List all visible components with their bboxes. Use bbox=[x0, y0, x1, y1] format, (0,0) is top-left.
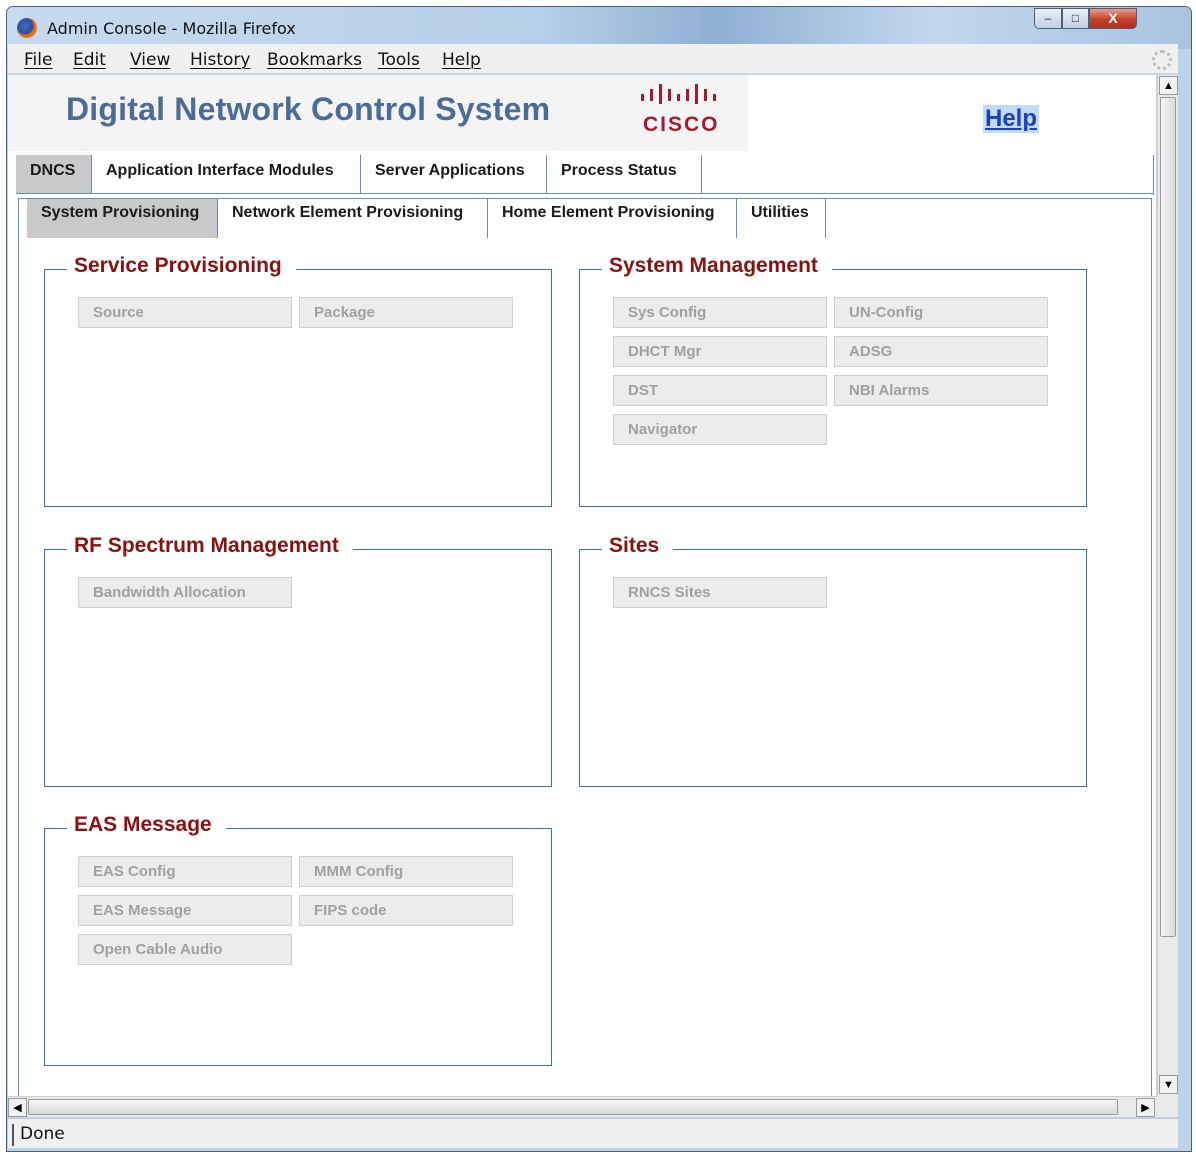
eas-config-button[interactable]: EAS Config bbox=[78, 856, 292, 887]
menu-edit[interactable]: Edit bbox=[73, 50, 106, 70]
tab-application-interface-modules[interactable]: Application Interface Modules bbox=[92, 155, 361, 194]
rf-spectrum-management-group: RF Spectrum Management Bandwidth Allocat… bbox=[44, 534, 552, 787]
scroll-left-icon[interactable]: ◀ bbox=[8, 1098, 27, 1117]
bandwidth-allocation-button[interactable]: Bandwidth Allocation bbox=[78, 577, 292, 608]
navigator-button[interactable]: Navigator bbox=[613, 414, 827, 445]
eas-message-group: EAS Message EAS Config MMM Config EAS Me… bbox=[44, 813, 552, 1066]
maximize-button[interactable]: □ bbox=[1062, 8, 1089, 29]
nbi-alarms-button[interactable]: NBI Alarms bbox=[834, 375, 1048, 406]
cisco-logo: CISCO bbox=[633, 83, 733, 139]
menu-view[interactable]: View bbox=[130, 50, 170, 70]
tab-divider bbox=[16, 193, 1154, 194]
tab-border bbox=[1153, 155, 1154, 195]
cisco-wordmark: CISCO bbox=[643, 113, 720, 136]
menu-file[interactable]: File bbox=[24, 50, 52, 70]
fips-code-button[interactable]: FIPS code bbox=[299, 895, 513, 926]
tab-network-element-provisioning[interactable]: Network Element Provisioning bbox=[218, 199, 488, 238]
package-button[interactable]: Package bbox=[299, 297, 513, 328]
sys-config-button[interactable]: Sys Config bbox=[613, 297, 827, 328]
menu-tools[interactable]: Tools bbox=[378, 50, 420, 70]
scrollbar-corner bbox=[1157, 1096, 1178, 1117]
eas-message-button[interactable]: EAS Message bbox=[78, 895, 292, 926]
system-management-group: System Management Sys Config UN-Config D… bbox=[579, 254, 1087, 507]
title-bar: Admin Console - Mozilla Firefox – □ X bbox=[7, 7, 1191, 49]
minimize-button[interactable]: – bbox=[1034, 8, 1062, 29]
sub-panel: System Provisioning Network Element Prov… bbox=[18, 198, 1152, 1096]
scroll-up-icon[interactable]: ▲ bbox=[1159, 76, 1178, 95]
rncs-sites-button[interactable]: RNCS Sites bbox=[613, 577, 827, 608]
menu-bar: File Edit View History Bookmarks Tools H… bbox=[8, 44, 1178, 74]
group-title: Sites bbox=[602, 534, 674, 558]
service-provisioning-group: Service Provisioning Source Package bbox=[44, 254, 552, 507]
group-title: RF Spectrum Management bbox=[67, 534, 353, 558]
horizontal-scrollbar[interactable]: ◀ ▶ bbox=[8, 1096, 1157, 1117]
vertical-scroll-thumb[interactable] bbox=[1160, 97, 1176, 937]
dhct-mgr-button[interactable]: DHCT Mgr bbox=[613, 336, 827, 367]
scroll-right-icon[interactable]: ▶ bbox=[1136, 1098, 1155, 1117]
tab-process-status[interactable]: Process Status bbox=[547, 155, 702, 194]
tab-dncs[interactable]: DNCS bbox=[16, 155, 92, 194]
sites-group: Sites RNCS Sites bbox=[579, 534, 1087, 787]
adsg-button[interactable]: ADSG bbox=[834, 336, 1048, 367]
tab-system-provisioning[interactable]: System Provisioning bbox=[27, 199, 218, 238]
group-title: EAS Message bbox=[67, 813, 226, 837]
menu-history[interactable]: History bbox=[190, 50, 250, 70]
status-bar: Done bbox=[8, 1118, 1178, 1148]
header-banner: Digital Network Control System CISCO bbox=[8, 75, 748, 151]
vertical-scrollbar[interactable]: ▲ ▼ bbox=[1157, 75, 1178, 1096]
tab-utilities[interactable]: Utilities bbox=[737, 199, 826, 238]
group-title: System Management bbox=[602, 254, 832, 278]
menu-help[interactable]: Help bbox=[442, 50, 481, 70]
page-content: Digital Network Control System CISCO Hel… bbox=[8, 75, 1156, 1096]
open-cable-audio-button[interactable]: Open Cable Audio bbox=[78, 934, 292, 965]
tab-server-applications[interactable]: Server Applications bbox=[361, 155, 547, 194]
firefox-icon bbox=[17, 18, 37, 38]
page-title: Digital Network Control System bbox=[66, 91, 551, 127]
cisco-bars-icon bbox=[641, 84, 716, 104]
help-link[interactable]: Help bbox=[983, 105, 1040, 133]
source-button[interactable]: Source bbox=[78, 297, 292, 328]
close-button[interactable]: X bbox=[1089, 8, 1137, 29]
dst-button[interactable]: DST bbox=[613, 375, 827, 406]
mmm-config-button[interactable]: MMM Config bbox=[299, 856, 513, 887]
status-text: Done bbox=[12, 1124, 65, 1146]
scroll-down-icon[interactable]: ▼ bbox=[1159, 1075, 1178, 1094]
menu-bookmarks[interactable]: Bookmarks bbox=[267, 50, 362, 70]
window-title: Admin Console - Mozilla Firefox bbox=[47, 19, 296, 38]
un-config-button[interactable]: UN-Config bbox=[834, 297, 1048, 328]
sub-tab-bar: System Provisioning Network Element Prov… bbox=[19, 199, 1151, 239]
loading-throbber-icon bbox=[1152, 50, 1172, 70]
tab-home-element-provisioning[interactable]: Home Element Provisioning bbox=[488, 199, 737, 238]
main-tab-bar: DNCS Application Interface Modules Serve… bbox=[16, 155, 1156, 195]
horizontal-scroll-thumb[interactable] bbox=[28, 1099, 1118, 1115]
group-title: Service Provisioning bbox=[67, 254, 296, 278]
